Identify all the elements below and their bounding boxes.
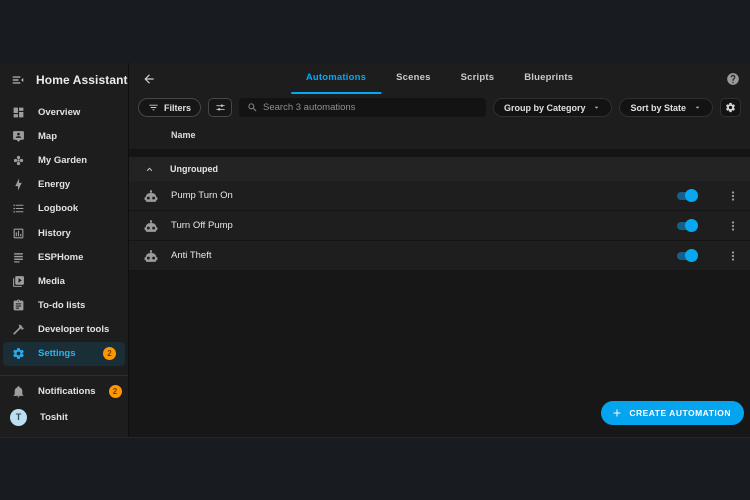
sidebar-item-media[interactable]: Media xyxy=(0,269,128,293)
media-icon xyxy=(12,275,25,288)
table-row[interactable]: Pump Turn On xyxy=(129,181,750,211)
filter-icon xyxy=(148,102,159,113)
sort-by-label: Sort by State xyxy=(630,102,686,113)
search-icon xyxy=(247,102,258,113)
sidebar-item-map[interactable]: Map xyxy=(0,124,128,148)
avatar: T xyxy=(10,408,27,426)
menu-toggle-icon[interactable] xyxy=(11,73,25,87)
sidebar-item-label: Media xyxy=(38,275,65,287)
notifications-badge: 2 xyxy=(108,385,122,399)
table-gap xyxy=(129,149,750,157)
bell-icon xyxy=(12,385,25,398)
group-header-ungrouped[interactable]: Ungrouped xyxy=(129,157,750,181)
sidebar-item-energy[interactable]: Energy xyxy=(0,173,128,197)
table-row[interactable]: Turn Off Pump xyxy=(129,211,750,241)
sidebar-item-esphome[interactable]: ESPHome xyxy=(0,245,128,269)
sidebar-item-logbook[interactable]: Logbook xyxy=(0,197,128,221)
automation-toggle[interactable] xyxy=(677,189,698,202)
sidebar-item-label: Notifications xyxy=(38,386,96,398)
sort-by-dropdown[interactable]: Sort by State xyxy=(619,98,713,117)
sidebar-item-history[interactable]: History xyxy=(0,221,128,245)
sidebar-item-notifications[interactable]: Notifications 2 xyxy=(0,380,128,404)
esphome-icon xyxy=(12,251,25,264)
sidebar-bottom: Notifications 2 T Toshit xyxy=(0,374,128,437)
table-settings-button[interactable] xyxy=(720,98,741,117)
tune-icon xyxy=(215,102,226,113)
history-icon xyxy=(12,227,25,240)
logbook-icon xyxy=(12,202,25,215)
sidebar-item-profile[interactable]: T Toshit xyxy=(0,404,128,430)
row-menu-icon[interactable] xyxy=(726,219,740,233)
chevron-down-icon xyxy=(592,103,601,112)
energy-icon xyxy=(12,178,25,191)
back-arrow-icon[interactable] xyxy=(142,72,156,86)
sidebar-header: Home Assistant xyxy=(0,63,128,96)
sidebar-item-todo-lists[interactable]: To-do lists xyxy=(0,294,128,318)
main-content: Automations Scenes Scripts Blueprints Fi… xyxy=(129,63,750,437)
sidebar-item-settings[interactable]: Settings 2 xyxy=(3,341,125,367)
automation-name: Turn Off Pump xyxy=(171,220,233,231)
robot-icon xyxy=(144,189,158,203)
robot-icon xyxy=(144,249,158,263)
help-icon[interactable] xyxy=(726,72,740,86)
tab-scripts[interactable]: Scripts xyxy=(446,63,510,94)
plus-icon xyxy=(611,407,623,419)
toolbar: Filters Group by Category Sort by State xyxy=(129,94,750,121)
sidebar-item-my-garden[interactable]: My Garden xyxy=(0,148,128,172)
sidebar-item-label: Overview xyxy=(38,106,81,118)
search-bar xyxy=(239,98,486,117)
sidebar-item-label: ESPHome xyxy=(38,251,84,263)
row-menu-icon[interactable] xyxy=(726,249,740,263)
table-row[interactable]: Anti Theft xyxy=(129,241,750,271)
robot-icon xyxy=(144,219,158,233)
sidebar-item-label: To-do lists xyxy=(38,300,86,312)
home-assistant-window: Home Assistant Overview Map My Garden En… xyxy=(0,63,750,438)
map-icon xyxy=(12,130,25,143)
page-header: Automations Scenes Scripts Blueprints xyxy=(129,63,750,94)
sidebar-item-label: Logbook xyxy=(38,203,79,215)
tab-automations[interactable]: Automations xyxy=(290,63,382,94)
sidebar-nav: Overview Map My Garden Energy Logbook Hi… xyxy=(0,96,128,375)
garden-icon xyxy=(12,154,25,167)
gear-icon xyxy=(12,347,25,360)
todo-icon xyxy=(12,299,25,312)
sidebar: Home Assistant Overview Map My Garden En… xyxy=(0,63,129,437)
sidebar-item-label: Settings xyxy=(38,348,76,360)
create-automation-button[interactable]: CREATE AUTOMATION xyxy=(601,401,744,425)
tab-blueprints[interactable]: Blueprints xyxy=(509,63,588,94)
sidebar-item-developer-tools[interactable]: Developer tools xyxy=(0,318,128,342)
dashboard-icon xyxy=(12,106,25,119)
tab-scenes[interactable]: Scenes xyxy=(381,63,445,94)
automation-toggle[interactable] xyxy=(677,219,698,232)
sidebar-item-label: My Garden xyxy=(38,154,88,166)
search-input[interactable] xyxy=(263,102,478,113)
group-label: Ungrouped xyxy=(170,164,218,174)
sidebar-item-label: Energy xyxy=(38,179,71,191)
filters-label: Filters xyxy=(164,102,192,113)
column-header-name[interactable]: Name xyxy=(129,121,750,149)
sidebar-item-label: Map xyxy=(38,130,57,142)
hammer-icon xyxy=(12,323,25,336)
chevron-up-icon xyxy=(144,164,155,175)
sidebar-item-overview[interactable]: Overview xyxy=(0,100,128,124)
automation-toggle[interactable] xyxy=(677,249,698,262)
automation-name: Anti Theft xyxy=(171,250,212,261)
settings-badge: 2 xyxy=(103,347,116,361)
filters-button[interactable]: Filters xyxy=(138,98,202,117)
sidebar-item-label: Developer tools xyxy=(38,324,110,336)
tab-bar: Automations Scenes Scripts Blueprints xyxy=(290,63,588,94)
gear-icon xyxy=(725,102,736,113)
group-by-label: Group by Category xyxy=(503,102,586,113)
chevron-down-icon xyxy=(693,103,702,112)
app-title: Home Assistant xyxy=(36,72,128,87)
automation-name: Pump Turn On xyxy=(171,190,233,201)
create-automation-label: CREATE AUTOMATION xyxy=(629,408,731,418)
tune-button[interactable] xyxy=(208,98,233,117)
sidebar-item-label: History xyxy=(38,227,71,239)
row-menu-icon[interactable] xyxy=(726,189,740,203)
profile-name: Toshit xyxy=(40,411,68,423)
group-by-dropdown[interactable]: Group by Category xyxy=(492,98,613,117)
